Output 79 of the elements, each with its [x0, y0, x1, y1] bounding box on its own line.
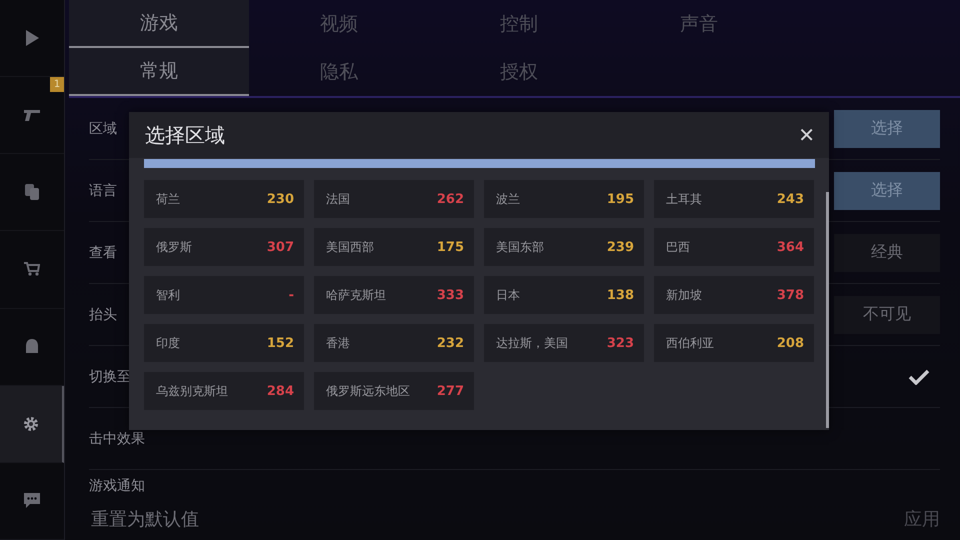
region-item[interactable]: 哈萨克斯坦 333	[314, 276, 474, 314]
region-item[interactable]: 日本 138	[484, 276, 644, 314]
region-name: 俄罗斯	[156, 238, 192, 256]
ping-value: 284	[266, 384, 294, 398]
region-name: 新加坡	[666, 286, 702, 304]
region-name: 哈萨克斯坦	[326, 286, 386, 304]
region-item[interactable]: 新加坡 378	[654, 276, 814, 314]
ping-value: 195	[606, 192, 634, 206]
region-name: 波兰	[496, 190, 520, 208]
cart-icon	[24, 262, 40, 276]
region-item[interactable]: 美国东部 239	[484, 228, 644, 266]
ping-value: -	[288, 288, 294, 302]
ping-value: 175	[436, 240, 464, 254]
ping-value: 277	[436, 384, 464, 398]
cards-icon	[25, 184, 39, 200]
ping-value: 364	[776, 240, 804, 254]
tab[interactable]: 常规	[69, 48, 249, 96]
region-name: 西伯利亚	[666, 334, 714, 352]
pistol-icon	[23, 108, 41, 122]
region-name: 俄罗斯远东地区	[326, 382, 410, 400]
ping-value: 152	[266, 336, 294, 350]
helmet-icon	[25, 338, 39, 355]
ping-value: 323	[606, 336, 634, 350]
region-name: 日本	[496, 286, 520, 304]
region-name: 乌兹别克斯坦	[156, 382, 228, 400]
ping-value: 232	[436, 336, 464, 350]
region-item[interactable]: 香港 232	[314, 324, 474, 362]
region-item[interactable]: 巴西 364	[654, 228, 814, 266]
region-name: 巴西	[666, 238, 690, 256]
region-item[interactable]: 波兰 195	[484, 180, 644, 218]
region-item[interactable]: 西伯利亚 208	[654, 324, 814, 362]
ping-value: 378	[776, 288, 804, 302]
setting-label: 游戏通知	[89, 477, 145, 495]
region-item[interactable]: 俄罗斯 307	[144, 228, 304, 266]
setting-label: 查看	[89, 244, 117, 262]
ping-value: 262	[436, 192, 464, 206]
region-item[interactable]: 俄罗斯远东地区 277	[314, 372, 474, 410]
region-item[interactable]: 智利 -	[144, 276, 304, 314]
region-item[interactable]: 乌兹别克斯坦 284	[144, 372, 304, 410]
settings-icon	[23, 416, 39, 432]
region-name: 印度	[156, 334, 180, 352]
region-name: 法国	[326, 190, 350, 208]
region-item[interactable]: 荷兰 230	[144, 180, 304, 218]
region-item[interactable]: 土耳其 243	[654, 180, 814, 218]
check-icon	[908, 368, 930, 384]
notification-badge: 1	[50, 77, 64, 92]
scrollbar[interactable]	[826, 192, 829, 428]
region-name: 达拉斯，美国	[496, 334, 568, 352]
setting-label: 抬头	[89, 306, 117, 324]
region-item[interactable]: 印度 152	[144, 324, 304, 362]
setting-label: 切换至	[89, 368, 131, 386]
region-name: 美国西部	[326, 238, 374, 256]
region-name: 智利	[156, 286, 180, 304]
region-name: 荷兰	[156, 190, 180, 208]
ping-value: 307	[266, 240, 294, 254]
option-value[interactable]: 经典	[834, 234, 940, 272]
region-item[interactable]: 美国西部 175	[314, 228, 474, 266]
setting-label: 语言	[89, 182, 117, 200]
ping-value: 208	[776, 336, 804, 350]
region-name: 香港	[326, 334, 350, 352]
region-name: 美国东部	[496, 238, 544, 256]
play-icon	[25, 30, 39, 46]
ping-value: 138	[606, 288, 634, 302]
chat-icon	[24, 493, 40, 508]
setting-label: 区域	[89, 120, 117, 138]
region-name: 土耳其	[666, 190, 702, 208]
region-item[interactable]: 法国 262	[314, 180, 474, 218]
dialog-title: 选择区域	[145, 122, 225, 148]
setting-label: 击中效果	[89, 430, 145, 448]
ping-value: 239	[606, 240, 634, 254]
ping-value: 243	[776, 192, 804, 206]
sidebar-item[interactable]	[0, 386, 64, 463]
reset-button[interactable]: 重置为默认值	[91, 507, 199, 531]
ping-value: 333	[436, 288, 464, 302]
close-button[interactable]: ✕	[796, 123, 817, 147]
option-value[interactable]: 不可见	[834, 296, 940, 334]
tab[interactable]: 游戏	[69, 0, 249, 48]
ping-value: 230	[266, 192, 294, 206]
region-item[interactable]: 达拉斯，美国 323	[484, 324, 644, 362]
